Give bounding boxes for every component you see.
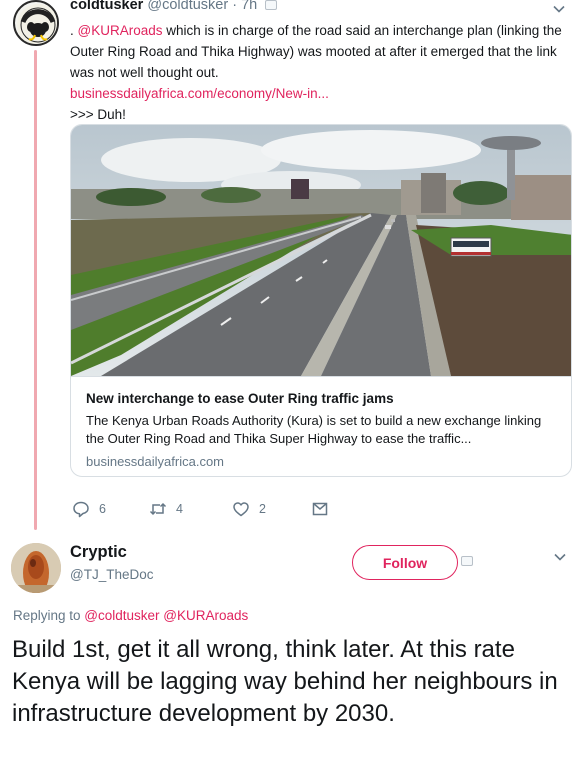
- replying-to-prefix: Replying to: [13, 608, 85, 623]
- avatar-photo: [11, 543, 61, 593]
- card-title: New interchange to ease Outer Ring traff…: [86, 391, 394, 406]
- retweet-count: 4: [176, 502, 183, 516]
- chevron-down-icon[interactable]: [553, 550, 567, 564]
- parent-text-suffix: >>> Duh!: [70, 107, 126, 122]
- direct-message-action[interactable]: [311, 500, 329, 518]
- like-action[interactable]: 2: [232, 500, 266, 518]
- parent-tweet-text: . @KURAroads which is in charge of the r…: [70, 20, 570, 125]
- like-count: 2: [259, 502, 266, 516]
- replying-to-mentions[interactable]: @coldtusker @KURAroads: [84, 608, 248, 623]
- reply-icon: [73, 501, 89, 518]
- article-url-link[interactable]: businessdailyafrica.com/economy/New-in..…: [70, 86, 329, 101]
- card-description: The Kenya Urban Roads Authority (Kura) i…: [86, 413, 542, 446]
- mention-link[interactable]: @KURAroads: [78, 23, 163, 38]
- highway-photo: [71, 125, 571, 376]
- reply-count: 6: [99, 502, 106, 516]
- link-preview-card[interactable]: New interchange to ease Outer Ring traff…: [70, 124, 572, 477]
- thread-line: [34, 50, 37, 530]
- retweet-action[interactable]: 4: [149, 500, 183, 518]
- parent-display-name[interactable]: coldtusker: [70, 0, 143, 13]
- parent-header: coldtusker @coldtusker · 7h: [70, 0, 278, 13]
- parent-avatar[interactable]: [13, 0, 59, 46]
- card-text-area: New interchange to ease Outer Ring traff…: [71, 376, 571, 476]
- chevron-down-icon[interactable]: [552, 2, 566, 16]
- parent-handle[interactable]: @coldtusker: [147, 0, 228, 13]
- retweet-icon: [149, 502, 167, 516]
- replying-to-line: Replying to @coldtusker @KURAroads: [13, 608, 248, 623]
- reply-tweet-text: Build 1st, get it all wrong, think later…: [12, 636, 558, 727]
- translate-badge-icon: [461, 556, 473, 566]
- envelope-icon: [312, 502, 328, 516]
- parent-text-prefix: .: [70, 23, 78, 38]
- reply-avatar[interactable]: [11, 543, 61, 593]
- parent-timestamp[interactable]: · 7h: [232, 0, 257, 13]
- reply-handle[interactable]: @TJ_TheDoc: [70, 567, 153, 582]
- reply-display-name[interactable]: Cryptic: [70, 543, 127, 562]
- reply-action[interactable]: 6: [72, 500, 106, 518]
- translate-badge-icon: [265, 0, 278, 10]
- heart-icon: [233, 502, 249, 517]
- card-domain: businessdailyafrica.com: [86, 454, 225, 469]
- follow-button[interactable]: Follow: [352, 545, 458, 580]
- coldtusker-logo: [17, 4, 57, 44]
